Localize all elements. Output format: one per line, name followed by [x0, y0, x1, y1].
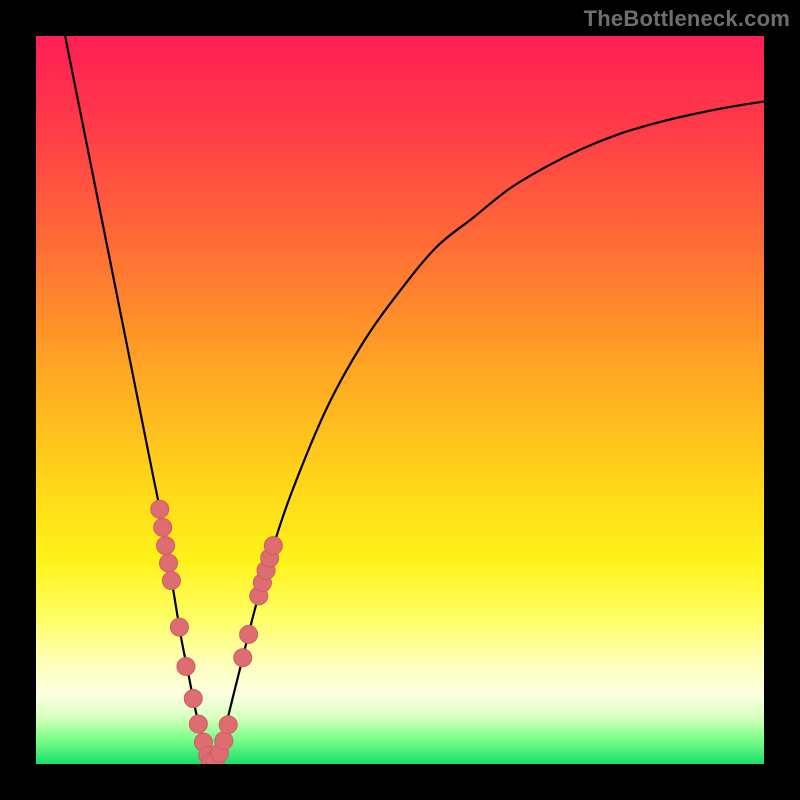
- watermark-text: TheBottleneck.com: [584, 6, 790, 32]
- data-marker: [215, 732, 233, 750]
- data-marker: [264, 537, 282, 555]
- data-marker: [157, 537, 175, 555]
- data-marker: [219, 716, 237, 734]
- data-marker: [154, 518, 172, 536]
- data-marker: [162, 572, 180, 590]
- outer-frame: TheBottleneck.com: [0, 0, 800, 800]
- plot-area: [36, 36, 764, 764]
- data-marker: [189, 715, 207, 733]
- data-marker: [177, 657, 195, 675]
- data-marker: [240, 625, 258, 643]
- data-marker: [234, 649, 252, 667]
- data-marker: [170, 618, 188, 636]
- chart-svg: [36, 36, 764, 764]
- data-marker: [151, 500, 169, 518]
- data-marker: [160, 554, 178, 572]
- gradient-background: [36, 36, 764, 764]
- data-marker: [184, 689, 202, 707]
